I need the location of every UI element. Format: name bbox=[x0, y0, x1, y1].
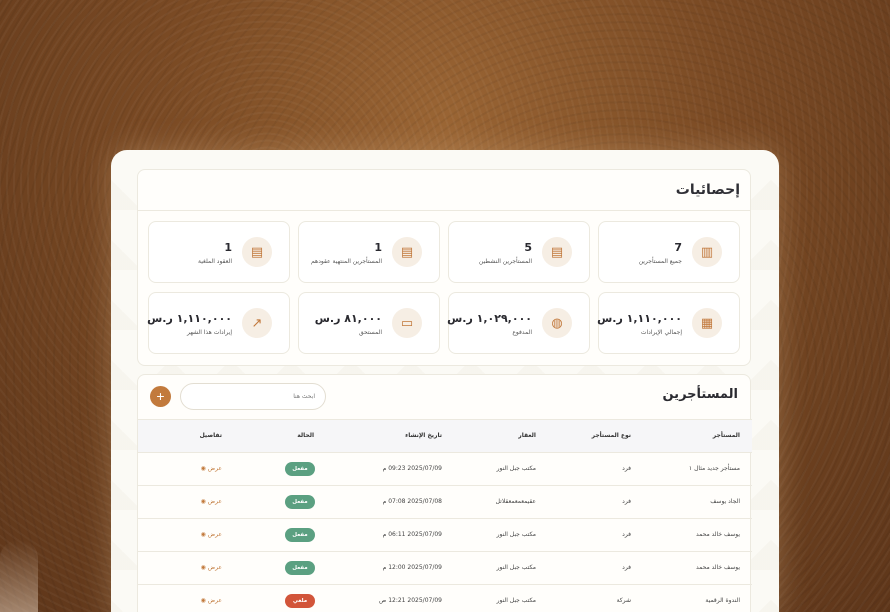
stat-value: 7 bbox=[674, 241, 682, 254]
tenant-created: 2025/07/09 12:21 ص bbox=[379, 597, 442, 604]
eye-icon: ◉ bbox=[200, 465, 206, 472]
tenant-type: فرد bbox=[622, 498, 631, 505]
tenant-name: الجاد يوسف bbox=[710, 498, 740, 505]
column-header-tenant[interactable]: المستأجر bbox=[713, 432, 740, 439]
status-badge: مفعل bbox=[285, 528, 315, 542]
view-details-link[interactable]: عرض ◉ bbox=[201, 465, 222, 472]
stat-label: المدفوع bbox=[512, 329, 532, 336]
receipt-icon: ▭ bbox=[392, 308, 422, 338]
tenant-created: 2025/07/08 07:08 م bbox=[382, 498, 442, 505]
stat-value: ١,١١٠,٠٠٠ ر.س bbox=[597, 312, 682, 325]
table-row[interactable]: مستأجر جديد مثال ١ فرد مكتب جبل النور 20… bbox=[138, 452, 752, 485]
view-label: عرض bbox=[207, 564, 222, 571]
tenant-property: مكتب جبل النور bbox=[496, 531, 536, 538]
tenant-created: 2025/07/09 12:00 م bbox=[382, 564, 442, 571]
stat-due[interactable]: ▭ ٨١,٠٠٠ ر.س المستحق bbox=[298, 292, 440, 354]
tenant-property: مكتب جبل النور bbox=[496, 465, 536, 472]
document-cancel-icon: ▤ bbox=[242, 237, 272, 267]
status-badge: ملغي bbox=[285, 594, 315, 608]
statistics-card: إحصائيات ▥ 7 جميع المستأجرين ▤ 5 المستأج… bbox=[137, 169, 751, 366]
tenant-name: مستأجر جديد مثال ١ bbox=[688, 465, 740, 472]
stat-label: إجمالي الإيرادات bbox=[640, 329, 682, 336]
stat-paid[interactable]: ◍ ١,٠٢٩,٠٠٠ ر.س المدفوع bbox=[447, 292, 590, 354]
tenant-type: فرد bbox=[622, 465, 631, 472]
view-details-link[interactable]: عرض ◉ bbox=[201, 564, 222, 571]
view-details-link[interactable]: عرض ◉ bbox=[201, 597, 222, 604]
tenant-property: مكتب جبل النور bbox=[496, 597, 536, 604]
stat-total-revenue[interactable]: ▦ ١,١١٠,٠٠٠ ر.س إجمالي الإيرادات bbox=[597, 292, 740, 354]
tenant-type: شركة bbox=[616, 597, 631, 604]
tenant-property: مكتب جبل النور bbox=[496, 564, 536, 571]
stat-all-tenants[interactable]: ▥ 7 جميع المستأجرين bbox=[598, 221, 740, 283]
decorative-figure bbox=[0, 540, 38, 612]
column-header-status[interactable]: الحالة bbox=[297, 432, 314, 439]
tenant-name: الندوة الرقمية bbox=[705, 597, 740, 604]
statistics-title: إحصائيات bbox=[675, 182, 740, 198]
eye-icon: ◉ bbox=[200, 597, 206, 604]
tenants-title: المستأجرين bbox=[662, 387, 738, 402]
money-bag-icon: ◍ bbox=[542, 308, 572, 338]
column-header-type[interactable]: نوع المستأجر bbox=[592, 432, 631, 439]
tenant-type: فرد bbox=[622, 564, 631, 571]
stat-value: 1 bbox=[374, 241, 382, 254]
eye-icon: ◉ bbox=[200, 498, 206, 505]
view-label: عرض bbox=[207, 498, 222, 505]
trend-up-icon: ↗ bbox=[242, 308, 272, 338]
stat-label: المستأجرين النشطين bbox=[478, 258, 532, 265]
stat-active-tenants[interactable]: ▤ 5 المستأجرين النشطين bbox=[448, 221, 590, 283]
view-details-link[interactable]: عرض ◉ bbox=[201, 498, 222, 505]
document-check-icon: ▤ bbox=[542, 237, 572, 267]
dashboard-panel: إحصائيات ▥ 7 جميع المستأجرين ▤ 5 المستأج… bbox=[111, 150, 779, 612]
stat-value: 5 bbox=[524, 241, 532, 254]
stat-value: 1 bbox=[224, 241, 232, 254]
table-header-row: المستأجر نوع المستأجر العقار تاريخ الإنش… bbox=[138, 419, 752, 452]
status-badge: مفعل bbox=[285, 495, 315, 509]
search-input[interactable] bbox=[180, 383, 326, 410]
view-label: عرض bbox=[207, 597, 222, 604]
stat-label: إيرادات هذا الشهر bbox=[186, 329, 232, 336]
tenant-name: يوسف خالد محمد bbox=[695, 531, 740, 538]
add-tenant-button[interactable]: + bbox=[150, 386, 171, 407]
stat-value: ١,٠٢٩,٠٠٠ ر.س bbox=[447, 312, 532, 325]
tenants-header: المستأجرين + bbox=[138, 375, 750, 419]
view-label: عرض bbox=[207, 531, 222, 538]
stat-expired-tenants[interactable]: ▤ 1 المستأجرين المنتهية عقودهم bbox=[298, 221, 440, 283]
statistics-header: إحصائيات bbox=[138, 170, 750, 211]
table-row[interactable]: يوسف خالد محمد فرد مكتب جبل النور 2025/0… bbox=[138, 551, 752, 584]
stat-label: المستأجرين المنتهية عقودهم bbox=[311, 258, 382, 265]
tenant-property: عقيمعمعمعقلاتل bbox=[495, 498, 536, 505]
view-label: عرض bbox=[207, 465, 222, 472]
stat-label: العقود الملغية bbox=[198, 258, 232, 265]
table-row[interactable]: يوسف خالد محمد فرد مكتب جبل النور 2025/0… bbox=[138, 518, 752, 551]
stat-monthly-revenue[interactable]: ↗ ١,١١٠,٠٠٠ ر.س إيرادات هذا الشهر bbox=[147, 292, 290, 354]
cash-stack-icon: ▦ bbox=[692, 308, 722, 338]
stat-label: المستحق bbox=[358, 329, 382, 336]
stat-value: ٨١,٠٠٠ ر.س bbox=[314, 312, 382, 325]
tenant-type: فرد bbox=[622, 531, 631, 538]
column-header-created[interactable]: تاريخ الإنشاء bbox=[405, 432, 442, 439]
column-header-property[interactable]: العقار bbox=[518, 432, 536, 439]
tenant-created: 2025/07/09 09:23 م bbox=[382, 465, 442, 472]
status-badge: مفعل bbox=[285, 462, 315, 476]
stat-label: جميع المستأجرين bbox=[638, 258, 682, 265]
document-warning-icon: ▤ bbox=[392, 237, 422, 267]
tenant-created: 2025/07/09 06:11 م bbox=[382, 531, 442, 538]
stat-cancelled-contracts[interactable]: ▤ 1 العقود الملغية bbox=[148, 221, 290, 283]
column-header-details: تفاصيل bbox=[199, 432, 222, 439]
view-details-link[interactable]: عرض ◉ bbox=[201, 531, 222, 538]
stat-value: ١,١١٠,٠٠٠ ر.س bbox=[147, 312, 232, 325]
building-icon: ▥ bbox=[692, 237, 722, 267]
table-row[interactable]: الجاد يوسف فرد عقيمعمعمعقلاتل 2025/07/08… bbox=[138, 485, 752, 518]
tenant-name: يوسف خالد محمد bbox=[695, 564, 740, 571]
status-badge: مفعل bbox=[285, 561, 315, 575]
eye-icon: ◉ bbox=[200, 531, 206, 538]
tenants-card: المستأجرين + المستأجر نوع المستأجر العقا… bbox=[137, 374, 752, 612]
eye-icon: ◉ bbox=[200, 564, 206, 571]
table-row[interactable]: الندوة الرقمية شركة مكتب جبل النور 2025/… bbox=[138, 584, 752, 612]
